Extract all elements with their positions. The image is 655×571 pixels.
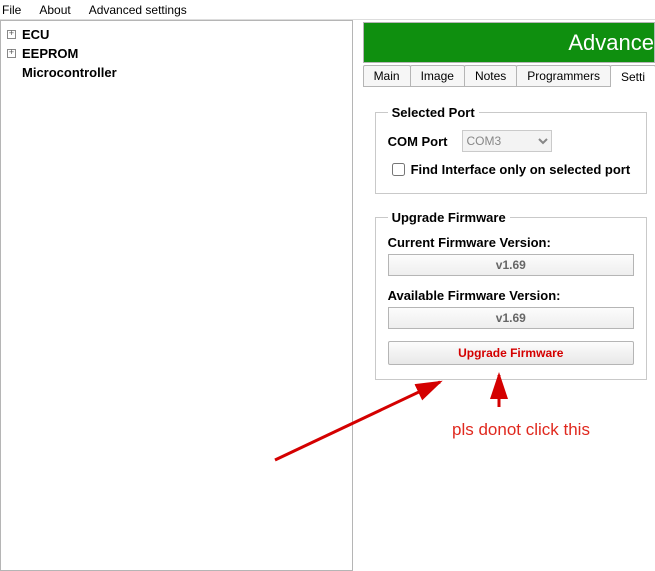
banner: Advance (363, 22, 655, 63)
tree-label: Microcontroller (22, 65, 117, 80)
find-interface-label: Find Interface only on selected port (411, 162, 631, 177)
find-interface-checkbox[interactable] (392, 163, 405, 176)
com-port-row: COM Port COM3 (388, 130, 634, 152)
find-interface-row: Find Interface only on selected port (388, 160, 634, 179)
tabbar: Main Image Notes Programmers Setti (363, 65, 655, 87)
available-fw-label: Available Firmware Version: (388, 288, 634, 303)
tree-micro[interactable]: Microcontroller (3, 63, 350, 82)
menu-file[interactable]: File (2, 3, 21, 17)
upgrade-firmware-legend: Upgrade Firmware (388, 210, 510, 225)
settings-panel: Selected Port COM Port COM3 Find Interfa… (367, 97, 655, 404)
menubar: File About Advanced settings (0, 0, 655, 20)
upgrade-firmware-group: Upgrade Firmware Current Firmware Versio… (375, 210, 647, 380)
tab-notes[interactable]: Notes (464, 65, 517, 86)
selected-port-group: Selected Port COM Port COM3 Find Interfa… (375, 105, 647, 194)
tree-eeprom[interactable]: + EEPROM (3, 44, 350, 63)
right-pane: Advance Main Image Notes Programmers Set… (353, 20, 655, 571)
tree-label: ECU (22, 27, 49, 42)
current-fw-label: Current Firmware Version: (388, 235, 634, 250)
expand-icon[interactable]: + (7, 30, 16, 39)
com-port-select[interactable]: COM3 (462, 130, 552, 152)
current-fw-value: v1.69 (388, 254, 634, 276)
tree-label: EEPROM (22, 46, 78, 61)
main-area: + ECU + EEPROM Microcontroller Advance M… (0, 20, 655, 571)
tab-main[interactable]: Main (363, 65, 411, 86)
selected-port-legend: Selected Port (388, 105, 479, 120)
tree-sidebar: + ECU + EEPROM Microcontroller (0, 20, 353, 571)
tab-programmers[interactable]: Programmers (516, 65, 611, 86)
com-port-label: COM Port (388, 134, 448, 149)
tab-image[interactable]: Image (410, 65, 465, 86)
tree-leaf-icon (7, 68, 16, 77)
banner-title: Advance (568, 30, 654, 56)
menu-advanced[interactable]: Advanced settings (89, 3, 187, 17)
tree-ecu[interactable]: + ECU (3, 25, 350, 44)
expand-icon[interactable]: + (7, 49, 16, 58)
menu-about[interactable]: About (39, 3, 70, 17)
upgrade-firmware-button[interactable]: Upgrade Firmware (388, 341, 634, 365)
tab-settings[interactable]: Setti (610, 65, 655, 87)
available-fw-value: v1.69 (388, 307, 634, 329)
